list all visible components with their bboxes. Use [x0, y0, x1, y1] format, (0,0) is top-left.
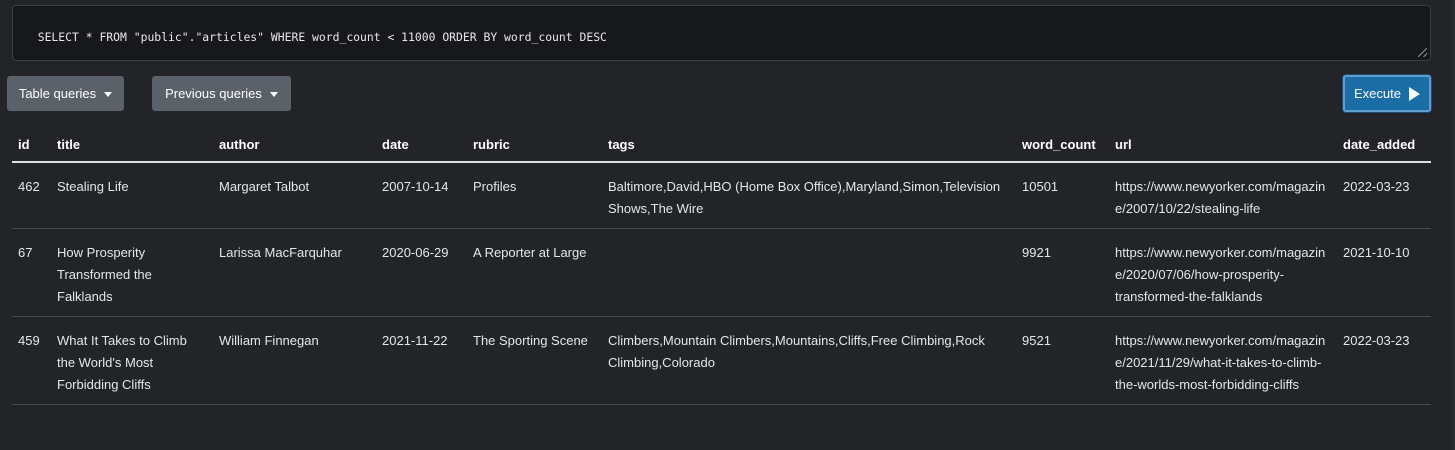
results-table: id title author date rubric tags word_co… — [12, 126, 1431, 405]
caret-down-icon — [104, 91, 113, 97]
cell-tags: Climbers,Mountain Climbers,Mountains,Cli… — [602, 316, 1016, 405]
cell-id: 67 — [12, 228, 51, 317]
cell-id: 462 — [12, 162, 51, 229]
cell-word-count: 9921 — [1016, 228, 1109, 317]
column-header-date-added: date_added — [1337, 126, 1431, 163]
caret-down-icon — [269, 91, 278, 97]
table-row: 67 How Prosperity Transformed the Falkla… — [12, 228, 1431, 317]
cell-tags: Baltimore,David,HBO (Home Box Office),Ma… — [602, 162, 1016, 229]
sql-query-textarea[interactable]: SELECT * FROM "public"."articles" WHERE … — [12, 5, 1431, 61]
column-header-id: id — [12, 126, 51, 163]
cell-title: What It Takes to Climb the World's Most … — [51, 316, 213, 405]
cell-word-count: 10501 — [1016, 162, 1109, 229]
cell-id: 459 — [12, 316, 51, 405]
cell-word-count: 9521 — [1016, 316, 1109, 405]
table-row: 459 What It Takes to Climb the World's M… — [12, 316, 1431, 405]
table-queries-label: Table queries — [18, 86, 97, 101]
cell-rubric: Profiles — [467, 162, 602, 229]
column-header-rubric: rubric — [467, 126, 602, 163]
table-queries-dropdown[interactable]: Table queries — [7, 76, 124, 111]
table-header-row: id title author date rubric tags word_co… — [12, 126, 1431, 163]
cell-url: https://www.newyorker.com/magazine/2007/… — [1109, 162, 1337, 229]
cell-title: Stealing Life — [51, 162, 213, 229]
table-row: 462 Stealing Life Margaret Talbot 2007-1… — [12, 162, 1431, 229]
cell-url: https://www.newyorker.com/magazine/2021/… — [1109, 316, 1337, 405]
cell-date: 2007-10-14 — [376, 162, 467, 229]
cell-rubric: A Reporter at Large — [467, 228, 602, 317]
previous-queries-dropdown[interactable]: Previous queries — [152, 76, 291, 111]
column-header-title: title — [51, 126, 213, 163]
previous-queries-label: Previous queries — [165, 86, 262, 101]
resize-handle-icon[interactable] — [1418, 48, 1427, 57]
cell-tags — [602, 228, 1016, 317]
sql-query-text: SELECT * FROM "public"."articles" WHERE … — [37, 30, 607, 44]
cell-author: Margaret Talbot — [213, 162, 376, 229]
cell-author: William Finnegan — [213, 316, 376, 405]
cell-date-added: 2022-03-23 — [1337, 316, 1431, 405]
cell-url: https://www.newyorker.com/magazine/2020/… — [1109, 228, 1337, 317]
play-icon — [1408, 86, 1420, 101]
cell-rubric: The Sporting Scene — [467, 316, 602, 405]
column-header-author: author — [213, 126, 376, 163]
column-header-url: url — [1109, 126, 1337, 163]
column-header-word-count: word_count — [1016, 126, 1109, 163]
cell-date-added: 2021-10-10 — [1337, 228, 1431, 317]
execute-label: Execute — [1354, 86, 1401, 101]
cell-author: Larissa MacFarquhar — [213, 228, 376, 317]
execute-button[interactable]: Execute — [1343, 75, 1431, 112]
cell-date: 2020-06-29 — [376, 228, 467, 317]
cell-date: 2021-11-22 — [376, 316, 467, 405]
cell-title: How Prosperity Transformed the Falklands — [51, 228, 213, 317]
column-header-tags: tags — [602, 126, 1016, 163]
cell-date-added: 2022-03-23 — [1337, 162, 1431, 229]
column-header-date: date — [376, 126, 467, 163]
